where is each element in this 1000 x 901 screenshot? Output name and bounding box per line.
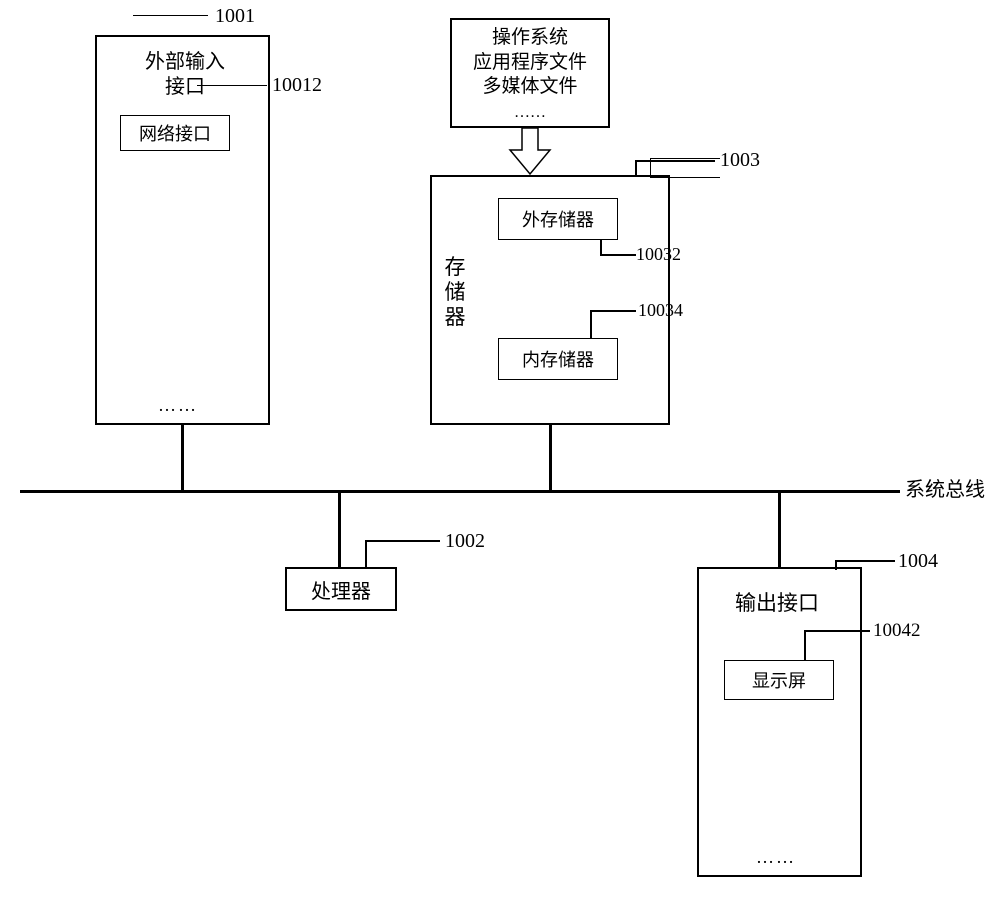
memory-title: 存储器 [444,255,466,331]
lead-1002-v [365,540,367,568]
system-bus-label: 系统总线 [905,478,985,503]
ref-10034: 10034 [638,299,683,322]
lead-1003-v [635,160,637,176]
output-interface-dots: …… [756,847,796,868]
src-dots: …… [514,104,546,121]
ref-1001: 1001 [215,4,255,29]
display-box: 显示屏 [724,660,834,700]
ref-1002: 1002 [445,529,485,554]
external-storage-box: 外存储器 [498,198,618,240]
ref-10042: 10042 [873,619,921,643]
lead-1004-v [835,560,837,570]
source-files-text: 操作系统 应用程序文件 多媒体文件 …… [452,26,608,125]
network-interface-label: 网络接口 [139,120,211,146]
lead-10034-h [590,310,636,312]
lead-10042-v [804,630,806,660]
lead-10012 [197,85,267,115]
lead-10034-v [590,310,592,338]
lead-10032-h [600,254,636,256]
processor-label: 处理器 [311,575,371,604]
diagram-canvas: 系统总线 外部输入 接口 1001 网络接口 10012 …… 操作系统 应用程… [0,0,1000,901]
lead-1001 [133,15,208,35]
processor-bus-connector [338,492,341,567]
ref-1003: 1003 [720,148,760,173]
internal-storage-box: 内存储器 [498,338,618,380]
lead-10032-v [600,240,602,255]
output-bus-connector [778,492,781,567]
ref-1004: 1004 [898,549,938,574]
ref-10032: 10032 [636,243,681,266]
input-interface-dots: …… [158,395,198,416]
network-interface-box: 网络接口 [120,115,230,151]
src-l3: 多媒体文件 [482,76,577,97]
src-l2: 应用程序文件 [473,52,587,73]
processor-box: 处理器 [285,567,397,611]
lead-1002-h [365,540,440,542]
external-storage-label: 外存储器 [522,206,594,232]
lead-1003-h [635,160,715,162]
input-interface-title-l1: 外部输入 [145,51,225,73]
input-interface-bus-connector [181,425,184,491]
display-label: 显示屏 [752,667,806,693]
lead-1004-h [835,560,895,562]
src-l1: 操作系统 [492,27,568,48]
lead-10042-h [804,630,870,632]
system-bus-line [20,490,900,493]
arrow-files-to-memory [510,128,550,176]
output-interface-title: 输出接口 [735,590,819,616]
ref-10012: 10012 [272,73,322,98]
internal-storage-label: 内存储器 [522,346,594,372]
memory-bus-connector [549,425,552,491]
